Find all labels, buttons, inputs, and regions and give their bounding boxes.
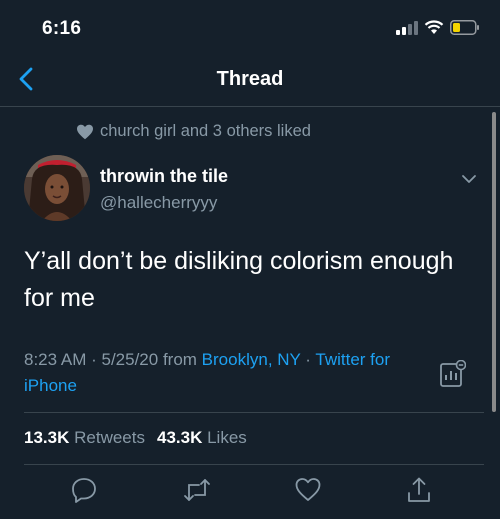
battery-icon bbox=[450, 20, 479, 35]
retweets-stat[interactable]: 13.3K Retweets bbox=[24, 428, 145, 448]
status-icons bbox=[396, 20, 480, 35]
likes-count: 43.3K bbox=[156, 428, 203, 447]
meta-separator: · bbox=[86, 350, 102, 369]
scrollbar[interactable] bbox=[492, 112, 496, 412]
social-context[interactable]: church girl and 3 others liked bbox=[76, 122, 311, 141]
from-label: from bbox=[158, 350, 202, 369]
retweets-count: 13.3K bbox=[24, 428, 70, 447]
meta-separator: · bbox=[300, 350, 316, 369]
likes-stat[interactable]: 43.3K Likes bbox=[157, 428, 247, 448]
social-context-text: church girl and 3 others liked bbox=[100, 122, 311, 140]
share-icon[interactable] bbox=[405, 476, 433, 504]
tweet-stats: 13.3K Retweets 43.3K Likes bbox=[24, 428, 247, 448]
retweet-icon[interactable] bbox=[183, 476, 211, 504]
author-name[interactable]: throwin the tile bbox=[100, 166, 228, 187]
reply-icon[interactable] bbox=[70, 476, 98, 504]
author-handle[interactable]: @hallecherryyy bbox=[100, 193, 217, 213]
chevron-down-icon[interactable] bbox=[458, 168, 480, 190]
tweet-date: 5/25/20 bbox=[101, 350, 159, 369]
heart-icon bbox=[77, 124, 93, 139]
action-bar bbox=[0, 476, 500, 512]
navigation-bar: Thread bbox=[0, 52, 500, 107]
divider bbox=[24, 412, 484, 413]
status-bar: 6:16 bbox=[0, 0, 500, 52]
avatar[interactable] bbox=[24, 155, 90, 221]
analytics-icon[interactable] bbox=[440, 360, 466, 388]
avatar-image bbox=[24, 155, 90, 221]
retweets-label: Retweets bbox=[74, 428, 145, 447]
page-title: Thread bbox=[216, 68, 284, 90]
like-icon[interactable] bbox=[294, 476, 322, 504]
tweet-metadata: 8:23 AM · 5/25/20 from Brooklyn, NY · Tw… bbox=[24, 347, 424, 399]
tweet-time: 8:23 AM bbox=[24, 350, 87, 369]
likes-label: Likes bbox=[207, 428, 247, 447]
location-link[interactable]: Brooklyn, NY bbox=[202, 350, 301, 369]
wifi-icon bbox=[424, 20, 444, 34]
status-time: 6:16 bbox=[42, 18, 82, 39]
signal-icon bbox=[396, 21, 418, 35]
tweet-text: Y’all don’t be disliking colorism enough… bbox=[24, 247, 454, 312]
divider bbox=[24, 464, 484, 465]
